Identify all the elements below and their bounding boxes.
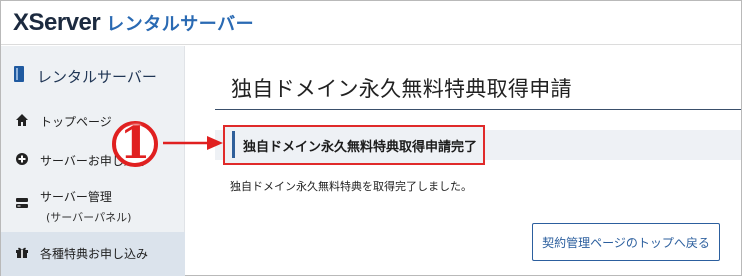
heading-accent-bar — [232, 131, 235, 158]
plus-circle-icon — [15, 152, 29, 166]
app-header: XServer レンタルサーバー — [1, 1, 741, 45]
gift-icon — [15, 245, 29, 259]
server-icon — [15, 196, 29, 210]
page-title: 独自ドメイン永久無料特典取得申請 — [231, 77, 572, 101]
sidebar-item-label: 各種特典お申し込み — [40, 247, 149, 261]
annotation-arrow-icon — [163, 136, 223, 150]
annotation-marker-number: 1 — [119, 118, 151, 169]
sidebar-item-benefits-application[interactable]: 各種特典お申し込み — [1, 232, 185, 276]
sidebar-item-label: トップページ — [40, 115, 112, 129]
sidebar-title-label: レンタルサーバー — [37, 67, 157, 86]
sidebar-title: レンタルサーバー — [13, 64, 157, 88]
completion-message: 独自ドメイン永久無料特典を取得完了しました。 — [230, 180, 472, 193]
title-divider — [215, 109, 741, 110]
sidebar-item-sublabel: (サーバーパネル) — [46, 211, 132, 224]
brand-subtitle: レンタルサーバー — [106, 13, 255, 35]
sidebar-item-label: サーバー管理 — [40, 190, 112, 204]
book-icon — [13, 65, 25, 87]
sidebar-item-server-management[interactable]: サーバー管理 (サーバーパネル) — [1, 188, 185, 225]
back-to-contract-top-button[interactable]: 契約管理ページのトップへ戻る — [532, 223, 720, 261]
result-heading: 独自ドメイン永久無料特典取得申請完了 — [243, 140, 478, 155]
brand-logo[interactable]: XServer — [13, 9, 101, 37]
annotation-marker: 1 — [106, 119, 164, 169]
home-icon — [15, 113, 29, 127]
